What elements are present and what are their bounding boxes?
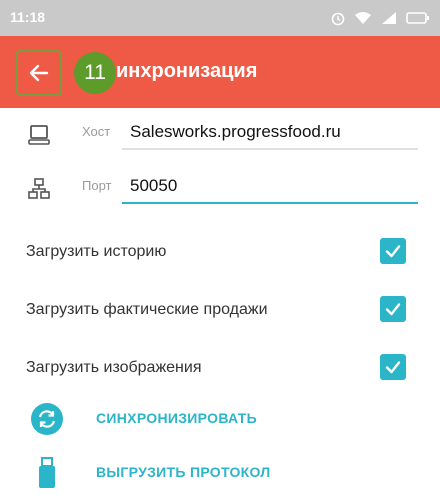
- status-icons: [330, 9, 430, 27]
- page-title: инхронизация: [116, 60, 258, 82]
- option-row[interactable]: Загрузить изображения: [0, 342, 440, 398]
- export-log-label: ВЫГРУЗИТЬ ПРОТОКОЛ: [96, 464, 271, 480]
- load-sales-checkbox[interactable]: [380, 296, 406, 322]
- option-row[interactable]: Загрузить историю: [0, 226, 440, 282]
- back-button[interactable]: [16, 50, 62, 96]
- option-label: Загрузить историю: [26, 243, 167, 260]
- app-bar: 11 инхронизация: [0, 36, 440, 108]
- load-history-checkbox[interactable]: [380, 238, 406, 264]
- port-input[interactable]: [122, 170, 418, 202]
- host-underline: [122, 148, 418, 150]
- checkmark-icon: [385, 303, 401, 316]
- status-bar: 11:18: [0, 0, 440, 36]
- arrow-left-icon: [29, 64, 49, 82]
- wifi-icon: [355, 12, 371, 24]
- sync-action[interactable]: СИНХРОНИЗИРОВАТЬ: [0, 392, 440, 452]
- export-log-action[interactable]: ВЫГРУЗИТЬ ПРОТОКОЛ: [0, 446, 440, 502]
- alarm-icon: [331, 12, 345, 26]
- port-label: Порт: [82, 178, 112, 193]
- battery-icon: [406, 12, 429, 24]
- signal-icon: [382, 12, 396, 24]
- host-field-row: Хост: [0, 112, 440, 168]
- computer-icon: [28, 125, 50, 145]
- checkmark-icon: [385, 361, 401, 374]
- option-row[interactable]: Загрузить фактические продажи: [0, 284, 440, 340]
- load-images-checkbox[interactable]: [380, 354, 406, 380]
- sync-label: СИНХРОНИЗИРОВАТЬ: [96, 410, 257, 426]
- port-field-row: Порт: [0, 166, 440, 222]
- sync-icon: [31, 403, 63, 435]
- option-label: Загрузить фактические продажи: [26, 301, 268, 318]
- port-underline: [122, 202, 418, 204]
- status-time: 11:18: [10, 9, 46, 25]
- network-icon: [28, 178, 50, 199]
- checkmark-icon: [385, 245, 401, 258]
- option-label: Загрузить изображения: [26, 359, 202, 376]
- host-label: Хост: [82, 124, 111, 139]
- step-badge: 11: [74, 52, 116, 94]
- host-input[interactable]: [122, 116, 418, 148]
- usb-drive-icon: [39, 457, 55, 488]
